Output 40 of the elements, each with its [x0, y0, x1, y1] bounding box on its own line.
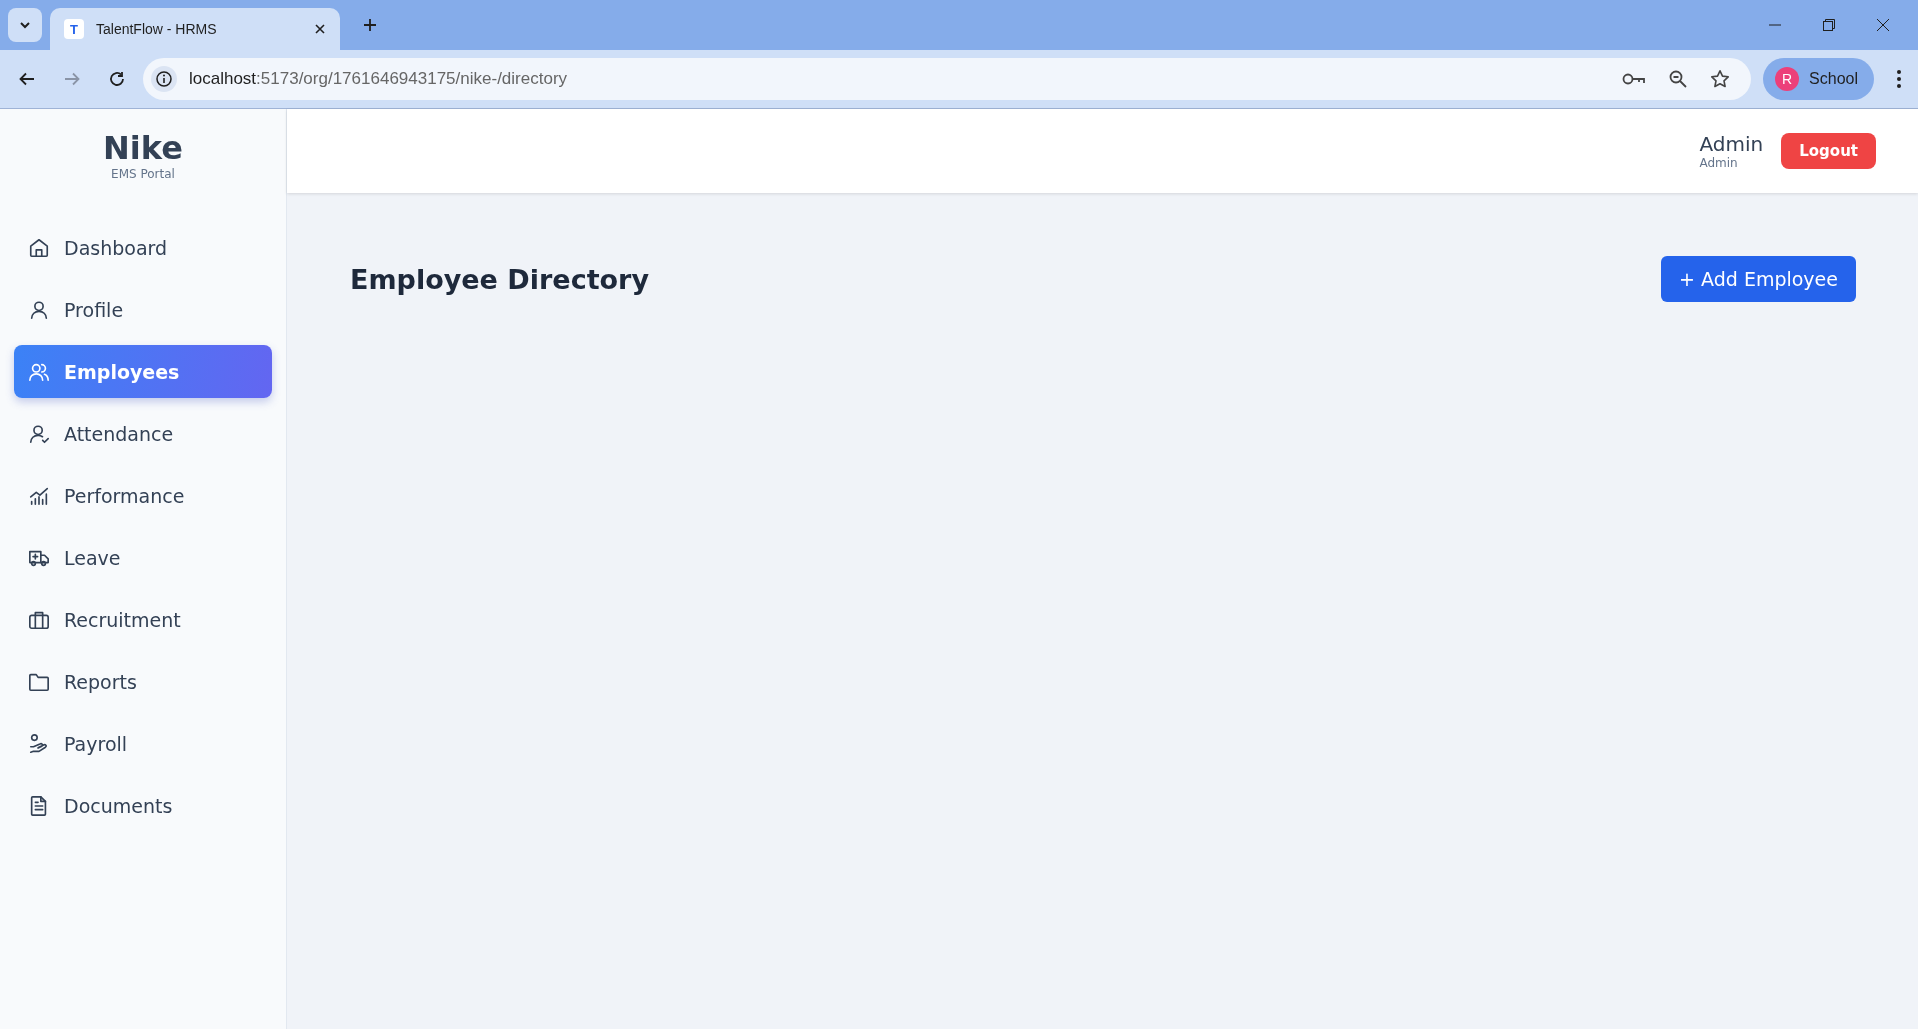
user-name: Admin — [1699, 132, 1764, 156]
star-icon[interactable] — [1710, 69, 1731, 89]
sidebar-item[interactable]: Performance — [14, 469, 272, 523]
hand-coin-icon — [28, 732, 50, 755]
favicon: T — [64, 19, 84, 39]
logout-button[interactable]: Logout — [1781, 133, 1876, 169]
profile-button[interactable]: R School — [1763, 58, 1874, 100]
sidebar-item[interactable]: Payroll — [14, 717, 272, 771]
zoom-out-icon[interactable] — [1668, 69, 1689, 89]
page-title: Employee Directory — [350, 263, 649, 295]
url-host: localhost — [189, 69, 257, 88]
address-bar[interactable]: localhost:5173/org/1761646943175/nike-/directory — [143, 58, 1752, 100]
person-check-icon — [28, 422, 50, 445]
key-icon[interactable] — [1622, 71, 1647, 87]
user-role: Admin — [1699, 156, 1739, 170]
sidebar-item[interactable]: Leave — [14, 531, 272, 585]
brand-subtitle: EMS Portal — [110, 167, 176, 182]
tab-search-button[interactable] — [8, 8, 42, 42]
menu-icon[interactable] — [1896, 69, 1902, 89]
url-path: :5173/org/1761646943175/nike-/directory — [256, 69, 568, 88]
add-employee-button[interactable]: + Add Employee — [1661, 256, 1856, 302]
sidebar-item[interactable]: Dashboard — [14, 221, 272, 275]
close-icon[interactable] — [314, 23, 326, 35]
close-icon[interactable] — [1876, 18, 1890, 32]
person-icon — [28, 298, 50, 321]
info-icon[interactable] — [151, 66, 177, 92]
sidebar-item[interactable]: Documents — [14, 779, 272, 833]
reload-icon[interactable] — [108, 70, 126, 88]
tab-title: TalentFlow - HRMS — [96, 21, 218, 37]
house-icon — [28, 236, 50, 259]
back-icon[interactable] — [18, 70, 36, 88]
sidebar-item[interactable]: Profile — [14, 283, 272, 337]
browser-tab[interactable]: T TalentFlow - HRMS — [50, 8, 340, 50]
sidebar-item[interactable]: Attendance — [14, 407, 272, 461]
sidebar-item[interactable]: Recruitment — [14, 593, 272, 647]
sidebar-item[interactable]: Employees — [14, 345, 272, 399]
new-tab-icon[interactable] — [362, 17, 378, 33]
sidebar-item[interactable]: Reports — [14, 655, 272, 709]
brand-name: Nike — [102, 129, 184, 168]
restore-icon[interactable] — [1822, 18, 1836, 32]
